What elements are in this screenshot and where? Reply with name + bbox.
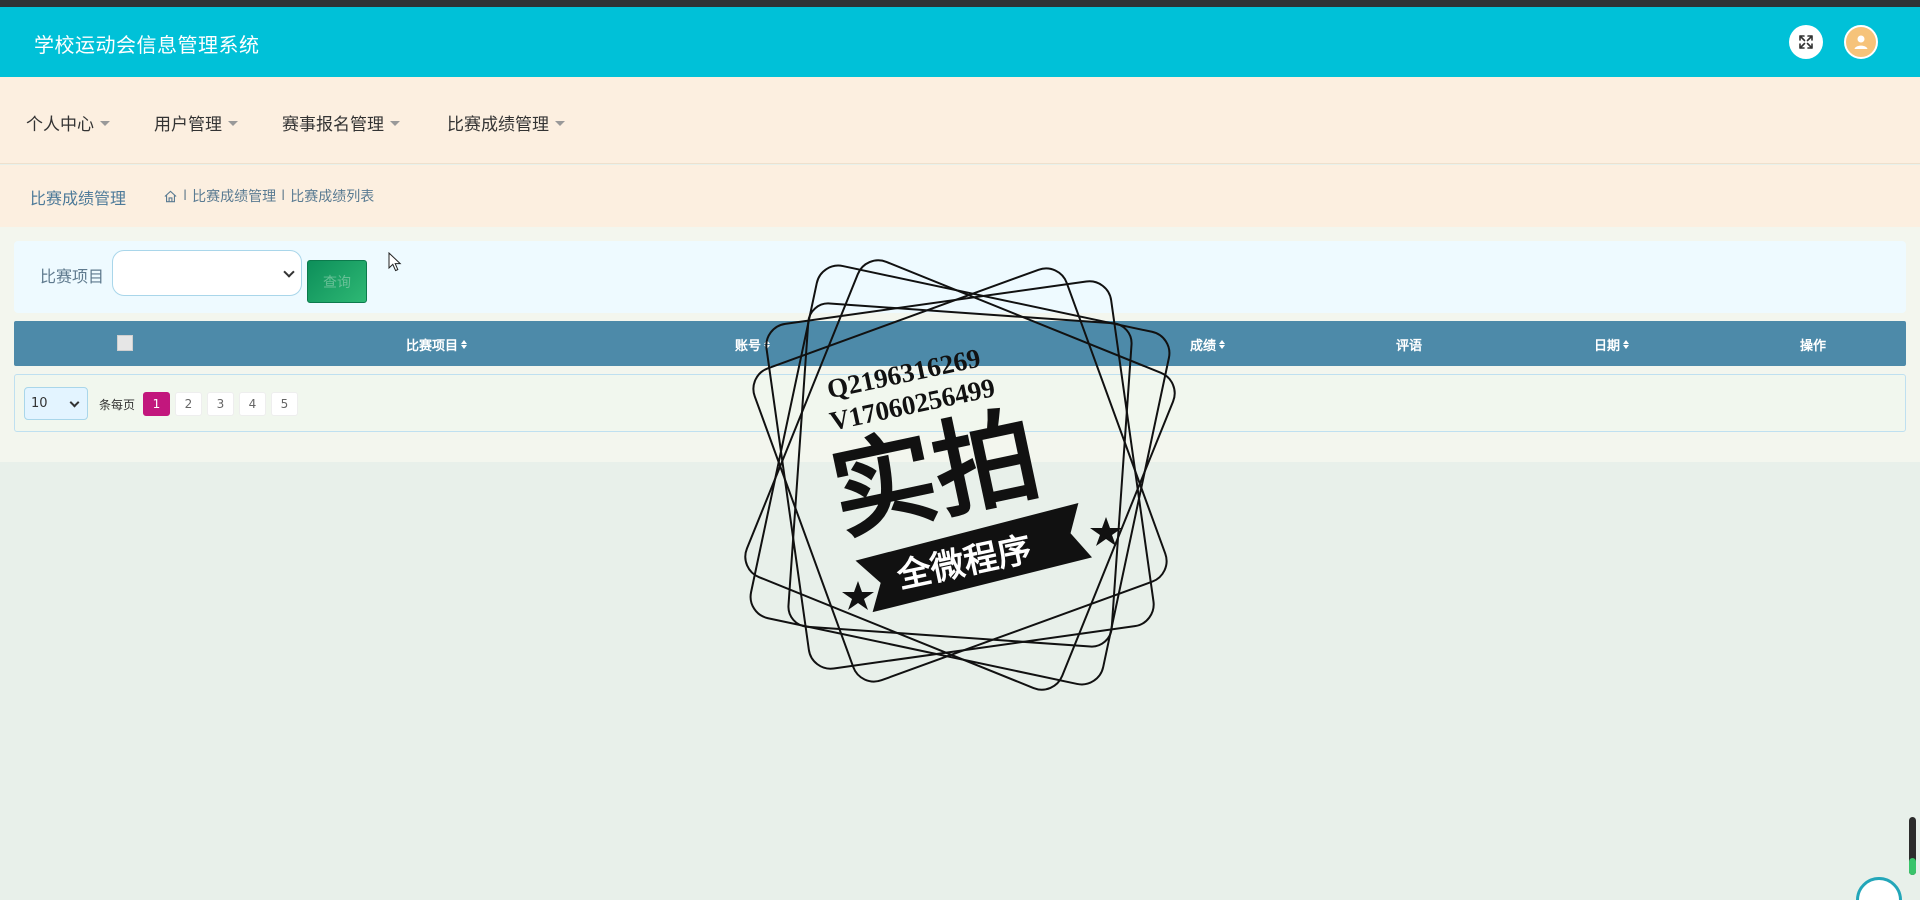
nav-item-label: 赛事报名管理 [282,115,384,135]
event-select[interactable] [112,250,302,296]
breadcrumb: I 比赛成绩管理 I 比赛成绩列表 [163,186,374,206]
column-header-date[interactable]: 日期 [1594,335,1630,354]
sort-icon [1623,340,1630,349]
column-header-score[interactable]: 成绩 [1190,335,1226,354]
sort-icon [461,340,468,349]
back-to-top-button[interactable] [1856,877,1902,900]
caret-down-icon [228,121,238,126]
column-header-actions: 操作 [1800,335,1826,354]
column-label: 评语 [1396,339,1423,354]
column-header-comment: 评语 [1396,335,1422,354]
breadcrumb-item[interactable]: 比赛成绩管理 [192,186,276,206]
main-nav: 个人中心 用户管理 赛事报名管理 比赛成绩管理 [0,77,1920,164]
per-page-label: 条每页 [99,398,136,412]
breadcrumb-bar: 比赛成绩管理 I 比赛成绩管理 I 比赛成绩列表 [0,165,1920,227]
caret-down-icon [555,121,565,126]
user-avatar-button[interactable] [1844,25,1878,59]
nav-item-label: 用户管理 [154,115,222,135]
sort-icon [1219,340,1226,349]
column-label: 比赛项目 [406,339,459,354]
window-top-strip [0,0,1920,7]
caret-down-icon [100,121,110,126]
watermark-stamp: Q2196316269 V17060256499 实拍 全微程序 [744,259,1176,691]
scrollbar-indicator [1909,858,1916,875]
select-all-checkbox[interactable] [117,335,133,351]
nav-item-personal-center[interactable]: 个人中心 [26,110,110,135]
chevron-down-icon [283,266,295,278]
breadcrumb-separator: I [183,188,188,204]
nav-item-label: 个人中心 [26,115,94,135]
home-icon[interactable] [163,189,178,204]
avatar-icon [1854,35,1868,49]
breadcrumb-item: 比赛成绩列表 [290,189,375,205]
fullscreen-button[interactable] [1789,25,1823,59]
search-button[interactable]: 查询 [307,260,367,303]
caret-down-icon [390,121,400,126]
page-size-value: 10 [31,396,48,411]
fullscreen-icon [1799,35,1813,49]
page-button-1[interactable]: 1 [143,392,170,416]
page-size-select[interactable]: 10 [24,387,88,420]
page-button-5[interactable]: 5 [271,392,298,416]
nav-item-label: 比赛成绩管理 [447,115,549,135]
nav-item-user-management[interactable]: 用户管理 [154,110,238,135]
page-title: 比赛成绩管理 [30,189,127,208]
column-label: 成绩 [1190,339,1217,354]
column-label: 日期 [1594,339,1621,354]
column-label: 操作 [1800,339,1827,354]
app-header: 学校运动会信息管理系统 [0,7,1920,77]
chevron-down-icon [69,397,80,408]
search-label: 比赛项目 [40,267,105,286]
page-button-2[interactable]: 2 [175,392,202,416]
nav-item-event-registration[interactable]: 赛事报名管理 [282,110,400,135]
nav-item-competition-results[interactable]: 比赛成绩管理 [447,110,565,135]
page-button-4[interactable]: 4 [239,392,266,416]
mouse-cursor-icon [388,252,402,272]
star-icon [842,581,874,610]
column-header-event[interactable]: 比赛项目 [406,335,468,354]
breadcrumb-separator: I [281,188,286,204]
page-button-3[interactable]: 3 [207,392,234,416]
app-title: 学校运动会信息管理系统 [34,33,260,57]
